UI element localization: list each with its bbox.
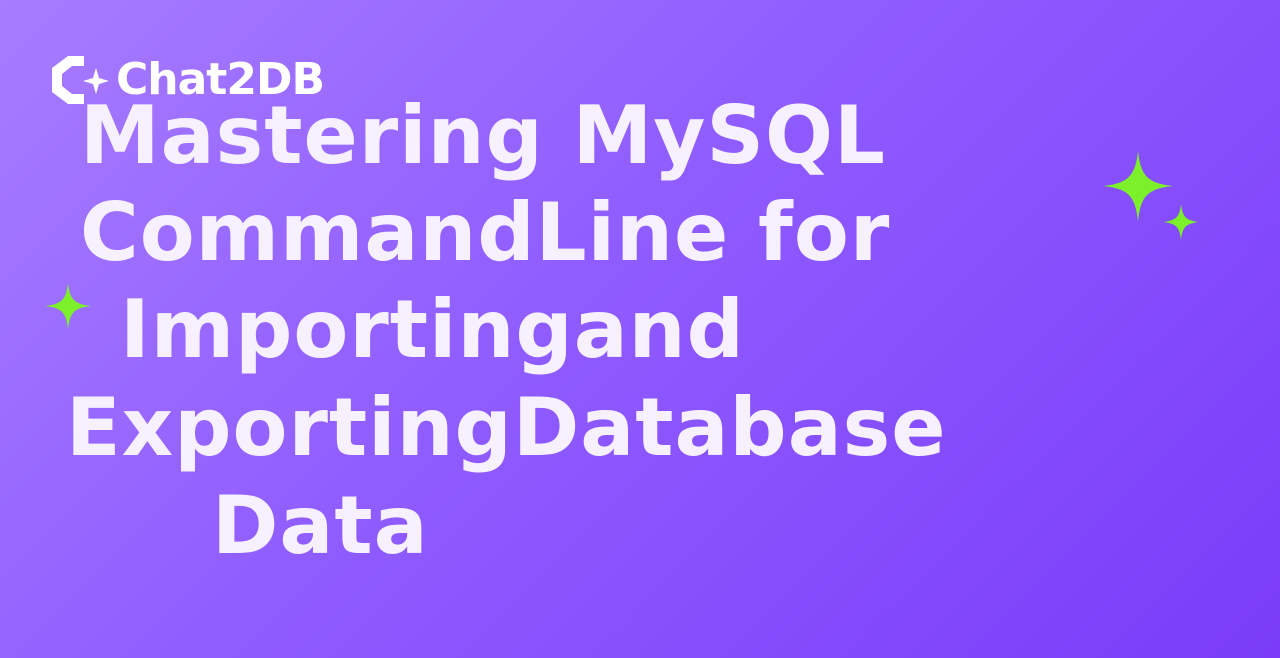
headline-line-5: Data xyxy=(212,479,429,572)
headline-line-3: Importingand xyxy=(120,283,745,376)
sparkle-icon-left xyxy=(45,283,91,329)
headline: Mastering MySQL CommandLine for Importin… xyxy=(20,88,1030,578)
headline-line-1: Mastering MySQL xyxy=(80,89,887,182)
sparkle-icon-small xyxy=(1163,204,1199,240)
headline-line-4: ExportingDatabase xyxy=(66,381,947,474)
headline-line-2: CommandLine for xyxy=(80,186,891,279)
